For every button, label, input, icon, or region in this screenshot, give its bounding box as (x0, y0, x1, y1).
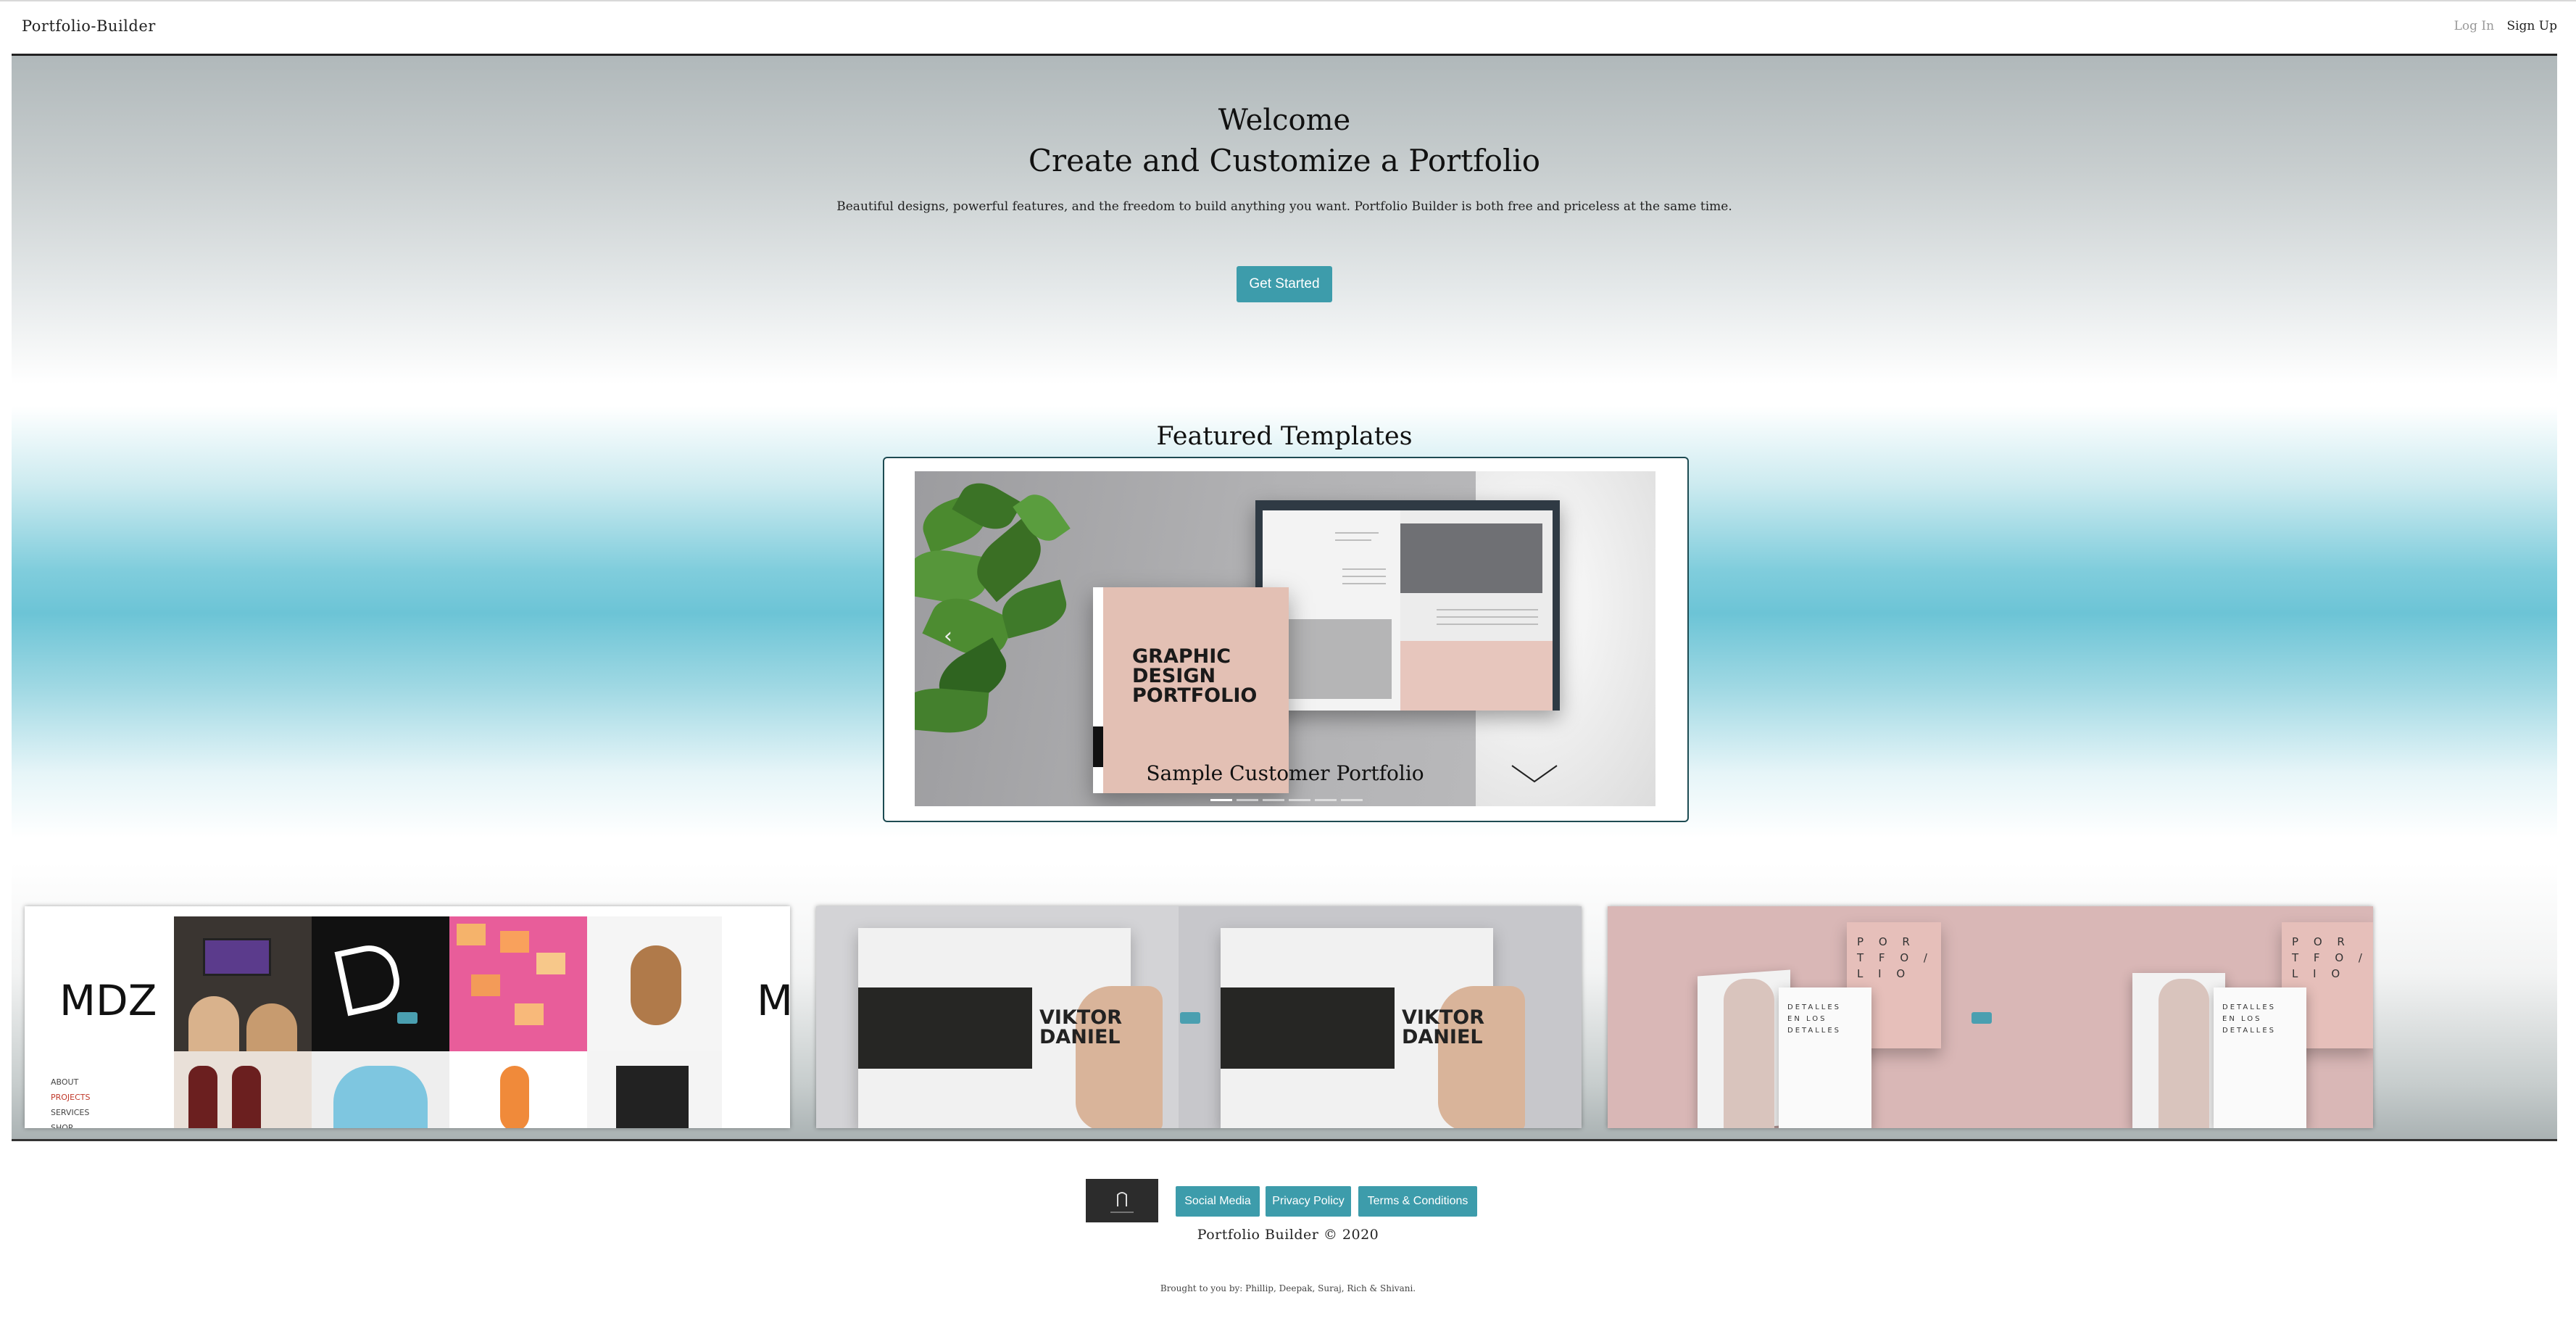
carousel-indicator[interactable] (1341, 799, 1363, 801)
nav-auth-links: Log In Sign Up (2446, 19, 2557, 33)
tile-image (587, 1051, 722, 1128)
thumbnail-next-indicator[interactable] (1180, 1012, 1200, 1024)
mdz-menu-item: SERVICES (51, 1108, 90, 1117)
featured-templates-title: Featured Templates (1156, 422, 1413, 451)
featured-templates-section: Featured Templates GRAPHIC DESIGN PORTFO… (12, 406, 2557, 838)
booklet-text: DETALLES EN LOS DETALLES (2222, 1003, 2276, 1035)
open-portfolio-book (1255, 500, 1560, 711)
credits-text: Brought to you by: Phillip, Deepak, Sura… (1160, 1283, 1416, 1293)
template-thumbnail-portfolio[interactable]: P O R T F O / L I O DETALLES EN LOS DETA… (1608, 906, 2373, 1128)
viktor-book: VIKTOR DANIEL (1221, 928, 1525, 1128)
social-media-button[interactable]: Social Media (1176, 1186, 1260, 1217)
viktor-title: VIKTOR DANIEL (1402, 1006, 1485, 1048)
mdz-menu-item: ABOUT (51, 1077, 79, 1087)
thumbnail-next-indicator[interactable] (1972, 1012, 1992, 1024)
privacy-policy-button[interactable]: Privacy Policy (1266, 1186, 1351, 1217)
mdz-logo: MDZ (59, 976, 157, 1025)
tile-image (587, 916, 722, 1051)
terms-conditions-button[interactable]: Terms & Conditions (1358, 1186, 1477, 1217)
viktor-book: VIKTOR DANIEL (858, 928, 1163, 1128)
tile-image: MDZ (735, 916, 790, 1128)
carousel-slide[interactable]: GRAPHIC DESIGN PORTFOLIO ‹ Sample Custom… (915, 471, 1655, 806)
carousel-indicator[interactable] (1315, 799, 1337, 801)
carousel-indicator[interactable] (1237, 799, 1258, 801)
navbar: Portfolio-Builder Log In Sign Up (0, 0, 2576, 54)
footer-logo[interactable] (1086, 1179, 1158, 1222)
portfolio-logo-icon (1110, 1192, 1134, 1213)
mdz-menu-item: PROJECTS (51, 1093, 91, 1102)
login-link[interactable]: Log In (2454, 19, 2494, 33)
carousel-indicator[interactable] (1263, 799, 1284, 801)
mdz-panel: MDZ ABOUT PROJECTS SERVICES SHOP (38, 916, 173, 1128)
mdz-menu-item: SHOP (51, 1123, 73, 1128)
portfolio-card-text: P O R T F O / L I O (2292, 935, 2368, 980)
template-thumbnail-viktor-daniel[interactable]: VIKTOR DANIEL VIKTOR DANIEL (816, 906, 1582, 1128)
template-carousel: GRAPHIC DESIGN PORTFOLIO ‹ Sample Custom… (883, 457, 1689, 822)
carousel-indicators (1210, 799, 1363, 801)
tile-image (174, 916, 312, 1054)
hero-section: Welcome Create and Customize a Portfolio… (12, 54, 2557, 384)
cover-title: GRAPHIC DESIGN PORTFOLIO (1132, 645, 1258, 707)
tile-image (449, 916, 587, 1051)
mdz-menu: ABOUT PROJECTS SERVICES SHOP (51, 1074, 91, 1128)
tile-image (449, 1051, 587, 1128)
brand-logo-text[interactable]: Portfolio-Builder (22, 17, 156, 35)
mdz-logo-repeat: MDZ (757, 976, 790, 1025)
copyright-text: Portfolio Builder © 2020 (1197, 1227, 1379, 1243)
signup-link[interactable]: Sign Up (2506, 19, 2557, 33)
portfolio-booklet: DETALLES EN LOS DETALLES (1779, 987, 1871, 1128)
tile-image (174, 1051, 312, 1128)
portfolio-booklet: DETALLES EN LOS DETALLES (2214, 987, 2306, 1128)
template-thumbnails-section: MDZ ABOUT PROJECTS SERVICES SHOP M VIKTO… (12, 863, 2557, 1141)
carousel-next-chevron-icon[interactable] (1509, 760, 1560, 789)
viktor-title: VIKTOR DANIEL (1039, 1006, 1123, 1048)
tile-image (312, 1051, 449, 1128)
hero-title: Create and Customize a Portfolio (1028, 143, 1541, 178)
carousel-indicator[interactable] (1210, 799, 1232, 801)
tile-image (312, 916, 449, 1051)
thumbnail-next-indicator[interactable] (397, 1012, 417, 1024)
carousel-indicator[interactable] (1289, 799, 1310, 801)
hero-description: Beautiful designs, powerful features, an… (836, 199, 1732, 214)
carousel-prev-icon[interactable]: ‹ (944, 624, 952, 649)
booklet-text: DETALLES EN LOS DETALLES (1787, 1003, 1841, 1035)
get-started-button[interactable]: Get Started (1237, 266, 1332, 302)
portfolio-card-text: P O R T F O / L I O (1857, 935, 1933, 980)
hero-welcome: Welcome (1218, 104, 1351, 137)
template-thumbnail-mdz[interactable]: MDZ ABOUT PROJECTS SERVICES SHOP M (25, 906, 790, 1128)
